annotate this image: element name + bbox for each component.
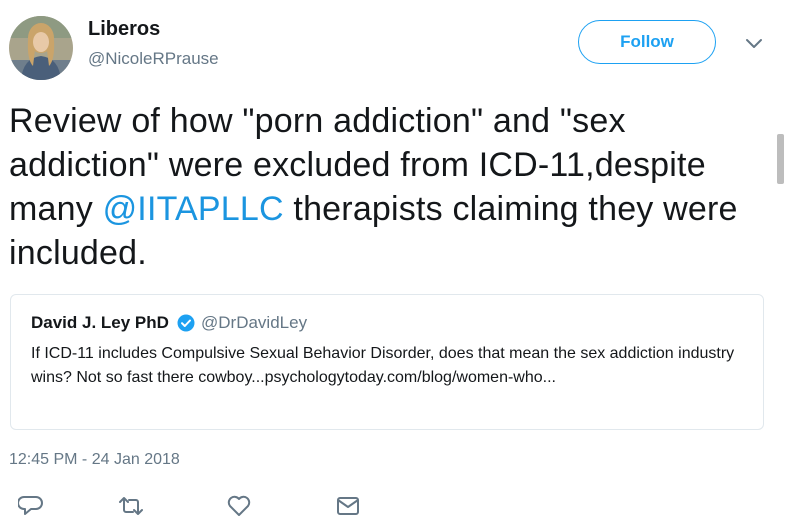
tweet-text: Review of how "porn addiction" and "sex … bbox=[9, 99, 779, 275]
direct-message-icon[interactable] bbox=[335, 494, 361, 518]
like-icon[interactable] bbox=[226, 494, 252, 518]
quoted-tweet-card[interactable]: David J. Ley PhD @DrDavidLey If ICD-11 i… bbox=[10, 294, 764, 430]
quoted-handle: @DrDavidLey bbox=[201, 313, 308, 332]
retweet-icon[interactable] bbox=[116, 494, 143, 518]
chevron-down-icon[interactable] bbox=[744, 37, 764, 51]
verified-badge-icon bbox=[177, 314, 195, 332]
tweet-timestamp[interactable]: 12:45 PM - 24 Jan 2018 bbox=[9, 451, 180, 469]
reply-icon[interactable] bbox=[18, 494, 44, 518]
user-handle[interactable]: @NicoleRPrause bbox=[88, 49, 219, 69]
avatar-image bbox=[9, 16, 73, 80]
mention-link[interactable]: @IITAPLLC bbox=[103, 190, 284, 228]
display-name[interactable]: Liberos bbox=[88, 18, 160, 41]
quoted-text: If ICD-11 includes Compulsive Sexual Beh… bbox=[31, 345, 735, 386]
scrollbar-thumb[interactable] bbox=[777, 134, 784, 184]
follow-button[interactable]: Follow bbox=[578, 20, 716, 64]
avatar[interactable] bbox=[9, 16, 73, 80]
quoted-author-name: David J. Ley PhD bbox=[31, 313, 169, 332]
